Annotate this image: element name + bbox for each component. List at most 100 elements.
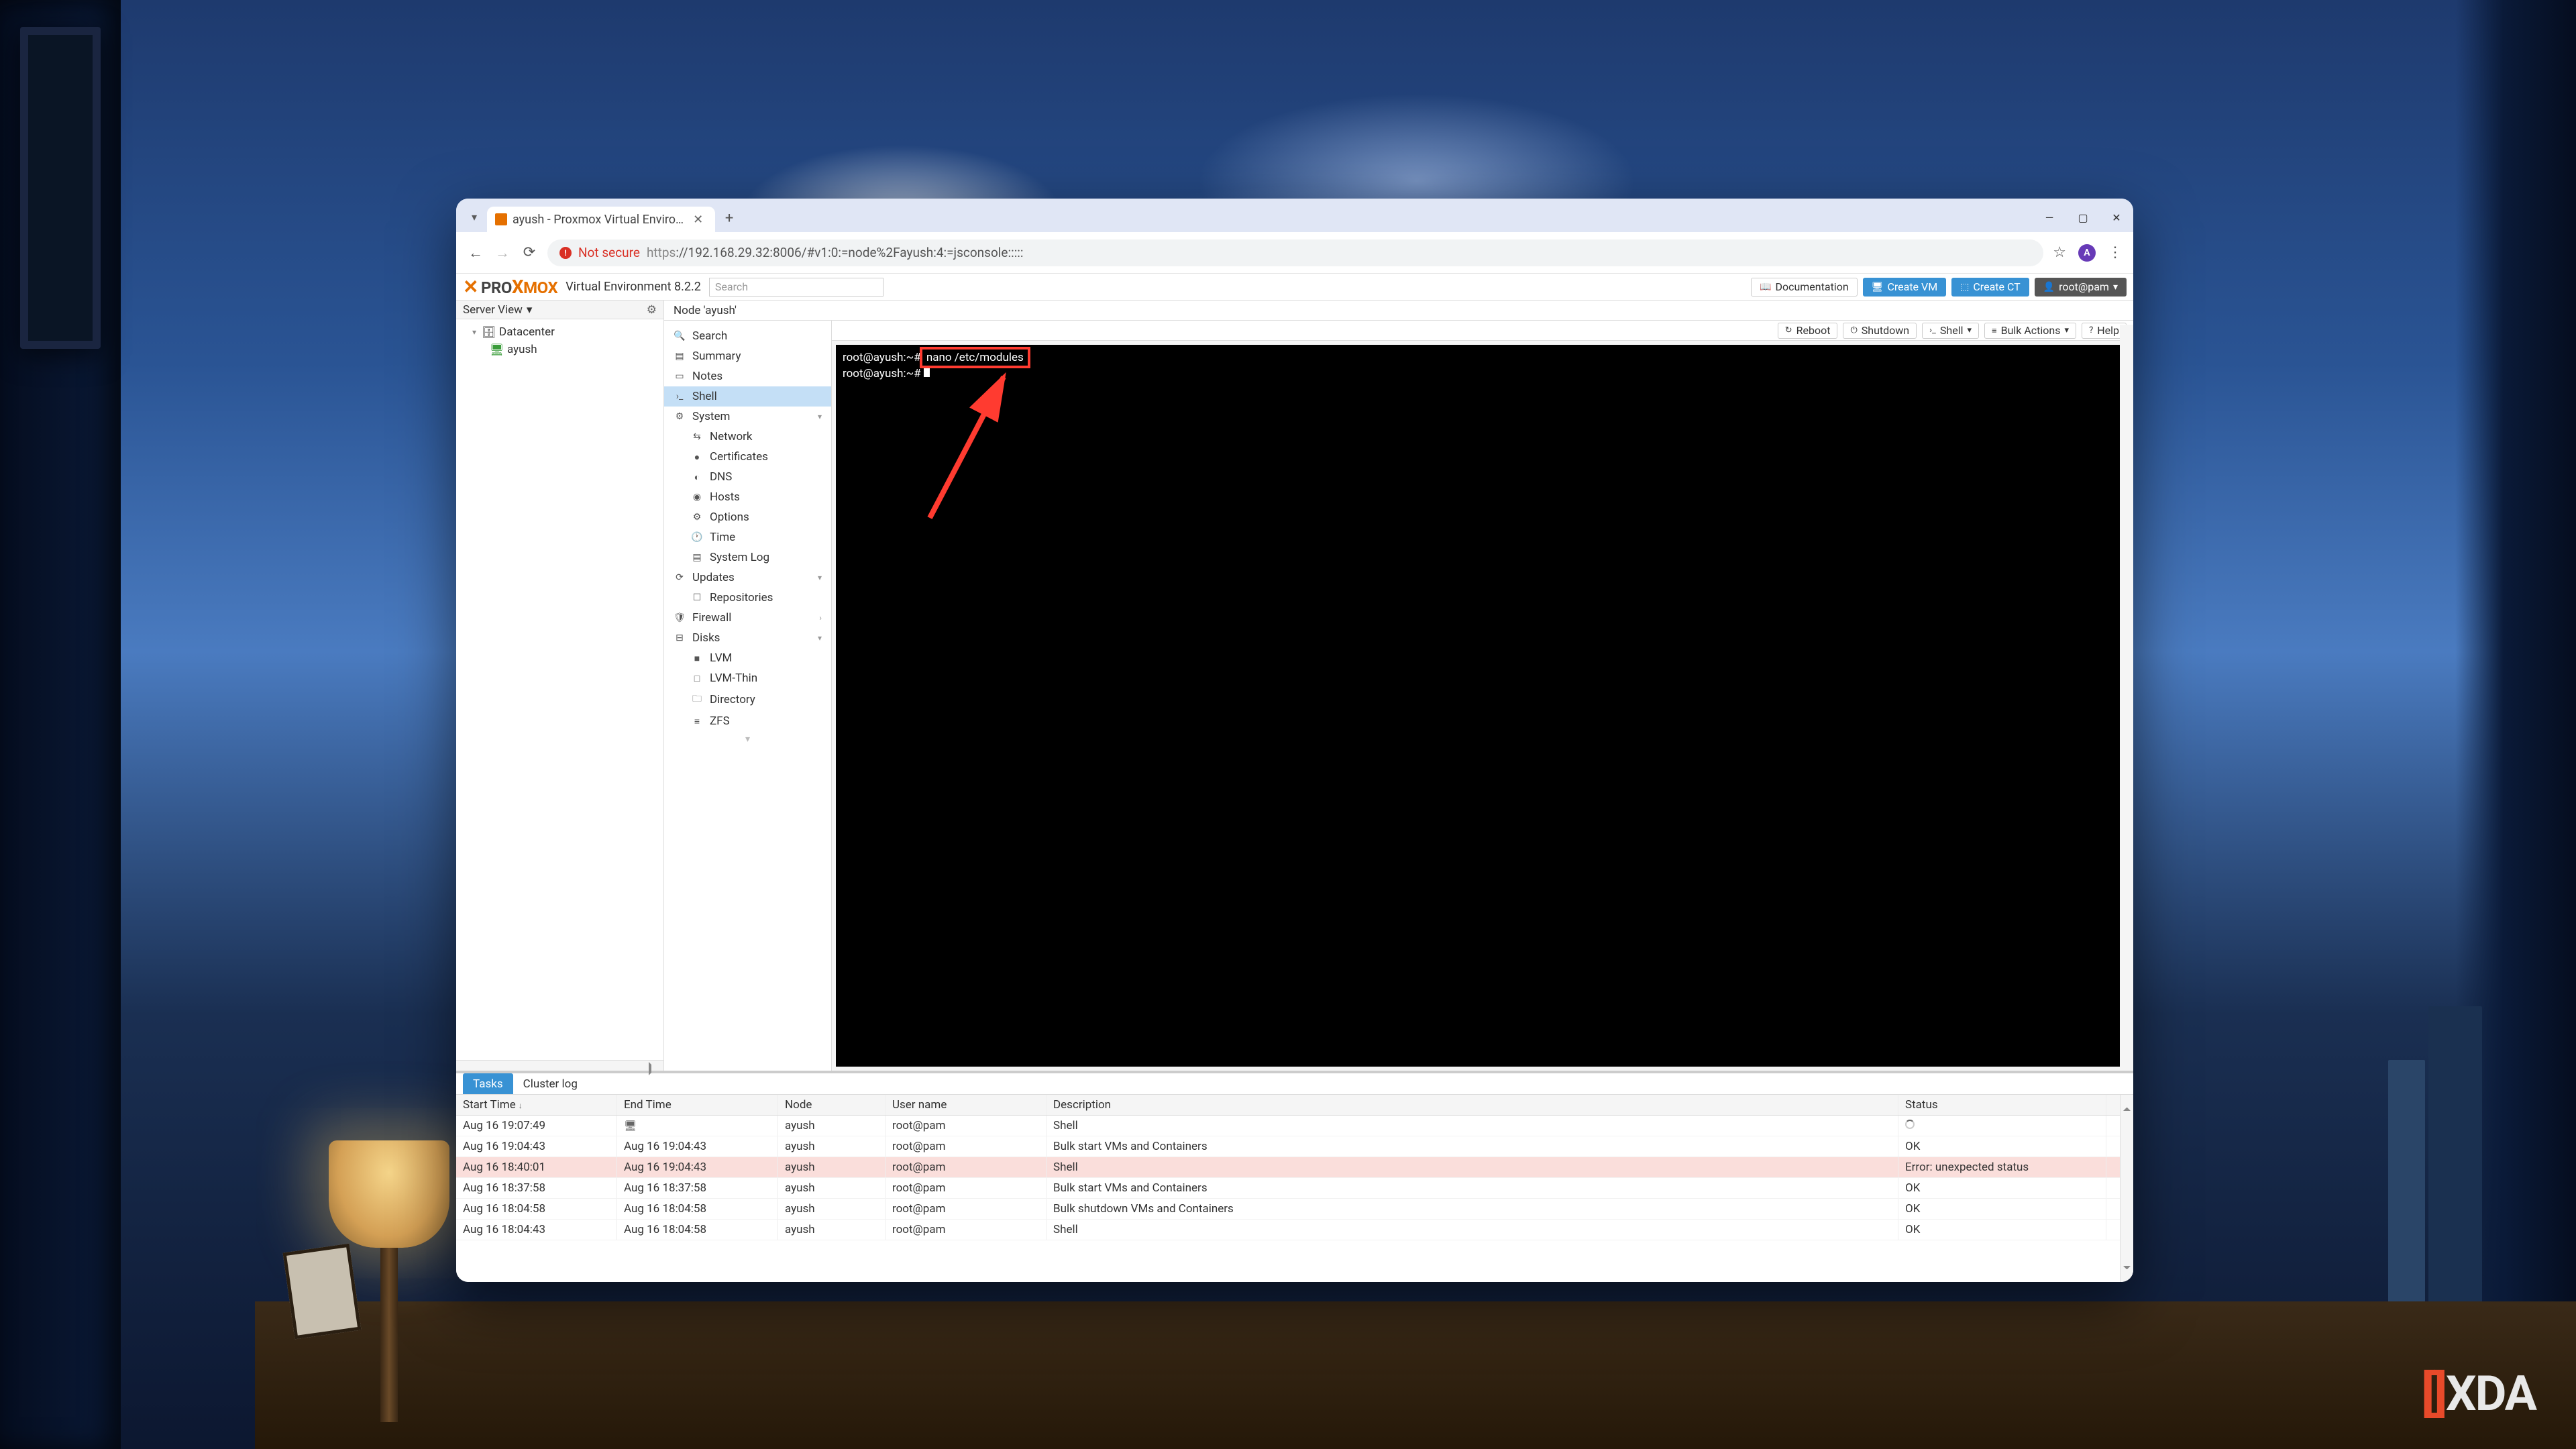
submenu-zfs[interactable]: ≡ZFS <box>664 711 831 731</box>
submenu-summary[interactable]: ▤Summary <box>664 346 831 366</box>
window-close-icon[interactable]: ✕ <box>2109 211 2124 224</box>
submenu-disks[interactable]: ⊟Disks▾ <box>664 628 831 648</box>
terminal-console[interactable]: root@ayush:~# nano /etc/modules root@ayu… <box>836 345 2129 1067</box>
global-search-input[interactable]: Search <box>709 278 883 297</box>
clock-icon: 🕐 <box>691 532 703 543</box>
list-icon: ▤ <box>674 351 686 362</box>
nav-back-icon[interactable]: ← <box>467 244 484 262</box>
box-icon: ☐ <box>691 592 703 603</box>
window-maximize-icon[interactable]: ▢ <box>2076 211 2090 224</box>
submenu-lvm[interactable]: ■LVM <box>664 648 831 668</box>
window-minimize-icon[interactable]: — <box>2042 211 2057 224</box>
browser-toolbar: ← → ⟳ ! Not secure https://192.168.29.32… <box>456 232 2133 274</box>
browser-tab-active[interactable]: ayush - Proxmox Virtual Enviro… ✕ <box>487 207 715 232</box>
proxmox-logo: ✕ PROXMOX <box>463 276 557 298</box>
tree-item-datacenter[interactable]: ▾ 🗄 Datacenter <box>456 323 663 341</box>
submenu-time[interactable]: 🕐Time <box>664 527 831 547</box>
nav-reload-icon[interactable]: ⟳ <box>521 244 538 262</box>
submenu-syslog[interactable]: ▤System Log <box>664 547 831 568</box>
submenu-notes[interactable]: ▭Notes <box>664 366 831 386</box>
documentation-button[interactable]: 📖Documentation <box>1751 278 1858 297</box>
submenu-repositories[interactable]: ☐Repositories <box>664 588 831 608</box>
col-status[interactable]: Status <box>1898 1095 2106 1115</box>
chevron-down-icon: ▾ <box>472 327 476 337</box>
address-bar[interactable]: ! Not secure https://192.168.29.32:8006/… <box>547 239 2043 266</box>
table-row[interactable]: Aug 16 18:04:43Aug 16 18:04:58ayushroot@… <box>456 1220 2133 1240</box>
refresh-icon: ⟳ <box>674 572 686 583</box>
submenu-directory[interactable]: 🗀Directory <box>664 688 831 711</box>
chevron-down-icon: ▾ <box>2065 325 2070 335</box>
monitor-icon: 🖥 <box>624 1120 637 1132</box>
tree-item-node-ayush[interactable]: 🖥 ayush <box>456 341 663 358</box>
vertical-scrollbar[interactable] <box>2120 325 2133 1067</box>
submenu-system[interactable]: ⚙System▾ <box>664 407 831 427</box>
chevron-down-icon: ▾ <box>2113 282 2118 292</box>
new-tab-button[interactable]: + <box>719 208 739 228</box>
col-user[interactable]: User name <box>885 1095 1046 1115</box>
table-row[interactable]: Aug 16 18:40:01Aug 16 19:04:43ayushroot@… <box>456 1157 2133 1178</box>
submenu-options[interactable]: ⚙Options <box>664 507 831 527</box>
gear-icon: ⚙ <box>691 512 703 523</box>
log-vertical-scrollbar[interactable] <box>2120 1095 2133 1282</box>
table-row[interactable]: Aug 16 19:07:49🖥ayushroot@pamShell <box>456 1116 2133 1136</box>
user-menu-button[interactable]: 👤root@pam▾ <box>2035 278 2127 297</box>
url-text: https://192.168.29.32:8006/#v1:0:=node%2… <box>647 245 1024 260</box>
reboot-button[interactable]: ↻Reboot <box>1778 323 1838 339</box>
shell-dropdown-button[interactable]: ›_Shell▾ <box>1922 323 1979 339</box>
submenu-updates[interactable]: ⟳Updates▾ <box>664 568 831 588</box>
node-submenu: 🔍Search ▤Summary ▭Notes ›_Shell ⚙System▾… <box>664 321 832 1071</box>
bulk-actions-button[interactable]: ≡Bulk Actions▾ <box>1984 323 2076 339</box>
create-ct-button[interactable]: ⬚Create CT <box>1951 278 2029 297</box>
ve-version-label: Virtual Environment 8.2.2 <box>566 280 701 294</box>
square-outline-icon: □ <box>691 673 703 684</box>
shield-icon: 🛡 <box>674 612 686 623</box>
submenu-search[interactable]: 🔍Search <box>664 326 831 346</box>
table-row[interactable]: Aug 16 18:37:58Aug 16 18:37:58ayushroot@… <box>456 1178 2133 1199</box>
xda-watermark: []XDA <box>2422 1365 2536 1422</box>
server-icon: 🗄 <box>482 326 494 338</box>
col-description[interactable]: Description <box>1046 1095 1898 1115</box>
terminal-icon: ›_ <box>674 391 686 402</box>
table-header: Start Time↓ End Time Node User name Desc… <box>456 1095 2133 1116</box>
tab-search-dropdown-icon[interactable]: ▾ <box>466 208 483 225</box>
tree-view-selector[interactable]: Server View ▾ ⚙ <box>456 301 663 319</box>
terminal-icon: ›_ <box>1929 325 1936 335</box>
tab-close-icon[interactable]: ✕ <box>689 211 707 228</box>
chevron-right-icon: › <box>819 613 822 623</box>
gear-icon[interactable]: ⚙ <box>647 303 657 317</box>
monitor-icon: 🖥 <box>1872 282 1884 292</box>
col-node[interactable]: Node <box>778 1095 885 1115</box>
submenu-network[interactable]: ⇆Network <box>664 427 831 447</box>
chevron-down-icon: ▾ <box>1967 325 1972 335</box>
browser-menu-icon[interactable]: ⋮ <box>2108 244 2123 261</box>
chevron-down-icon: ▾ <box>527 303 533 317</box>
profile-avatar[interactable]: A <box>2078 244 2096 262</box>
bookmark-star-icon[interactable]: ☆ <box>2053 244 2066 261</box>
submenu-shell[interactable]: ›_Shell <box>664 386 831 407</box>
log-tab-tasks[interactable]: Tasks <box>463 1073 513 1094</box>
search-icon: 🔍 <box>674 331 686 341</box>
table-row[interactable]: Aug 16 18:04:58Aug 16 18:04:58ayushroot@… <box>456 1199 2133 1220</box>
cube-icon: ⬚ <box>1960 282 1969 292</box>
submenu-hosts[interactable]: ◉Hosts <box>664 487 831 507</box>
task-log-table: Start Time↓ End Time Node User name Desc… <box>456 1095 2133 1282</box>
horizontal-scrollbar[interactable] <box>456 1060 663 1071</box>
submenu-lvm-thin[interactable]: □LVM-Thin <box>664 668 831 688</box>
col-end-time[interactable]: End Time <box>617 1095 778 1115</box>
submenu-dns[interactable]: ◐DNS <box>664 467 831 487</box>
chevron-down-icon: ▾ <box>818 633 822 643</box>
create-vm-button[interactable]: 🖥Create VM <box>1863 278 1947 297</box>
table-row[interactable]: Aug 16 19:04:43Aug 16 19:04:43ayushroot@… <box>456 1136 2133 1157</box>
submenu-firewall[interactable]: 🛡Firewall› <box>664 608 831 628</box>
submenu-certificates[interactable]: ●Certificates <box>664 447 831 467</box>
help-icon: ? <box>2089 325 2093 335</box>
browser-window: ▾ ayush - Proxmox Virtual Enviro… ✕ + — … <box>456 199 2133 1282</box>
submenu-expand-icon[interactable]: ▾ <box>664 731 831 747</box>
nav-forward-icon[interactable]: → <box>494 244 511 262</box>
certificate-icon: ● <box>691 451 703 463</box>
col-start-time[interactable]: Start Time↓ <box>456 1095 617 1115</box>
shutdown-button[interactable]: ⏻Shutdown <box>1843 323 1917 339</box>
node-icon: 🖥 <box>490 343 502 356</box>
tab-title: ayush - Proxmox Virtual Enviro… <box>513 213 684 227</box>
log-tab-cluster[interactable]: Cluster log <box>513 1073 588 1094</box>
